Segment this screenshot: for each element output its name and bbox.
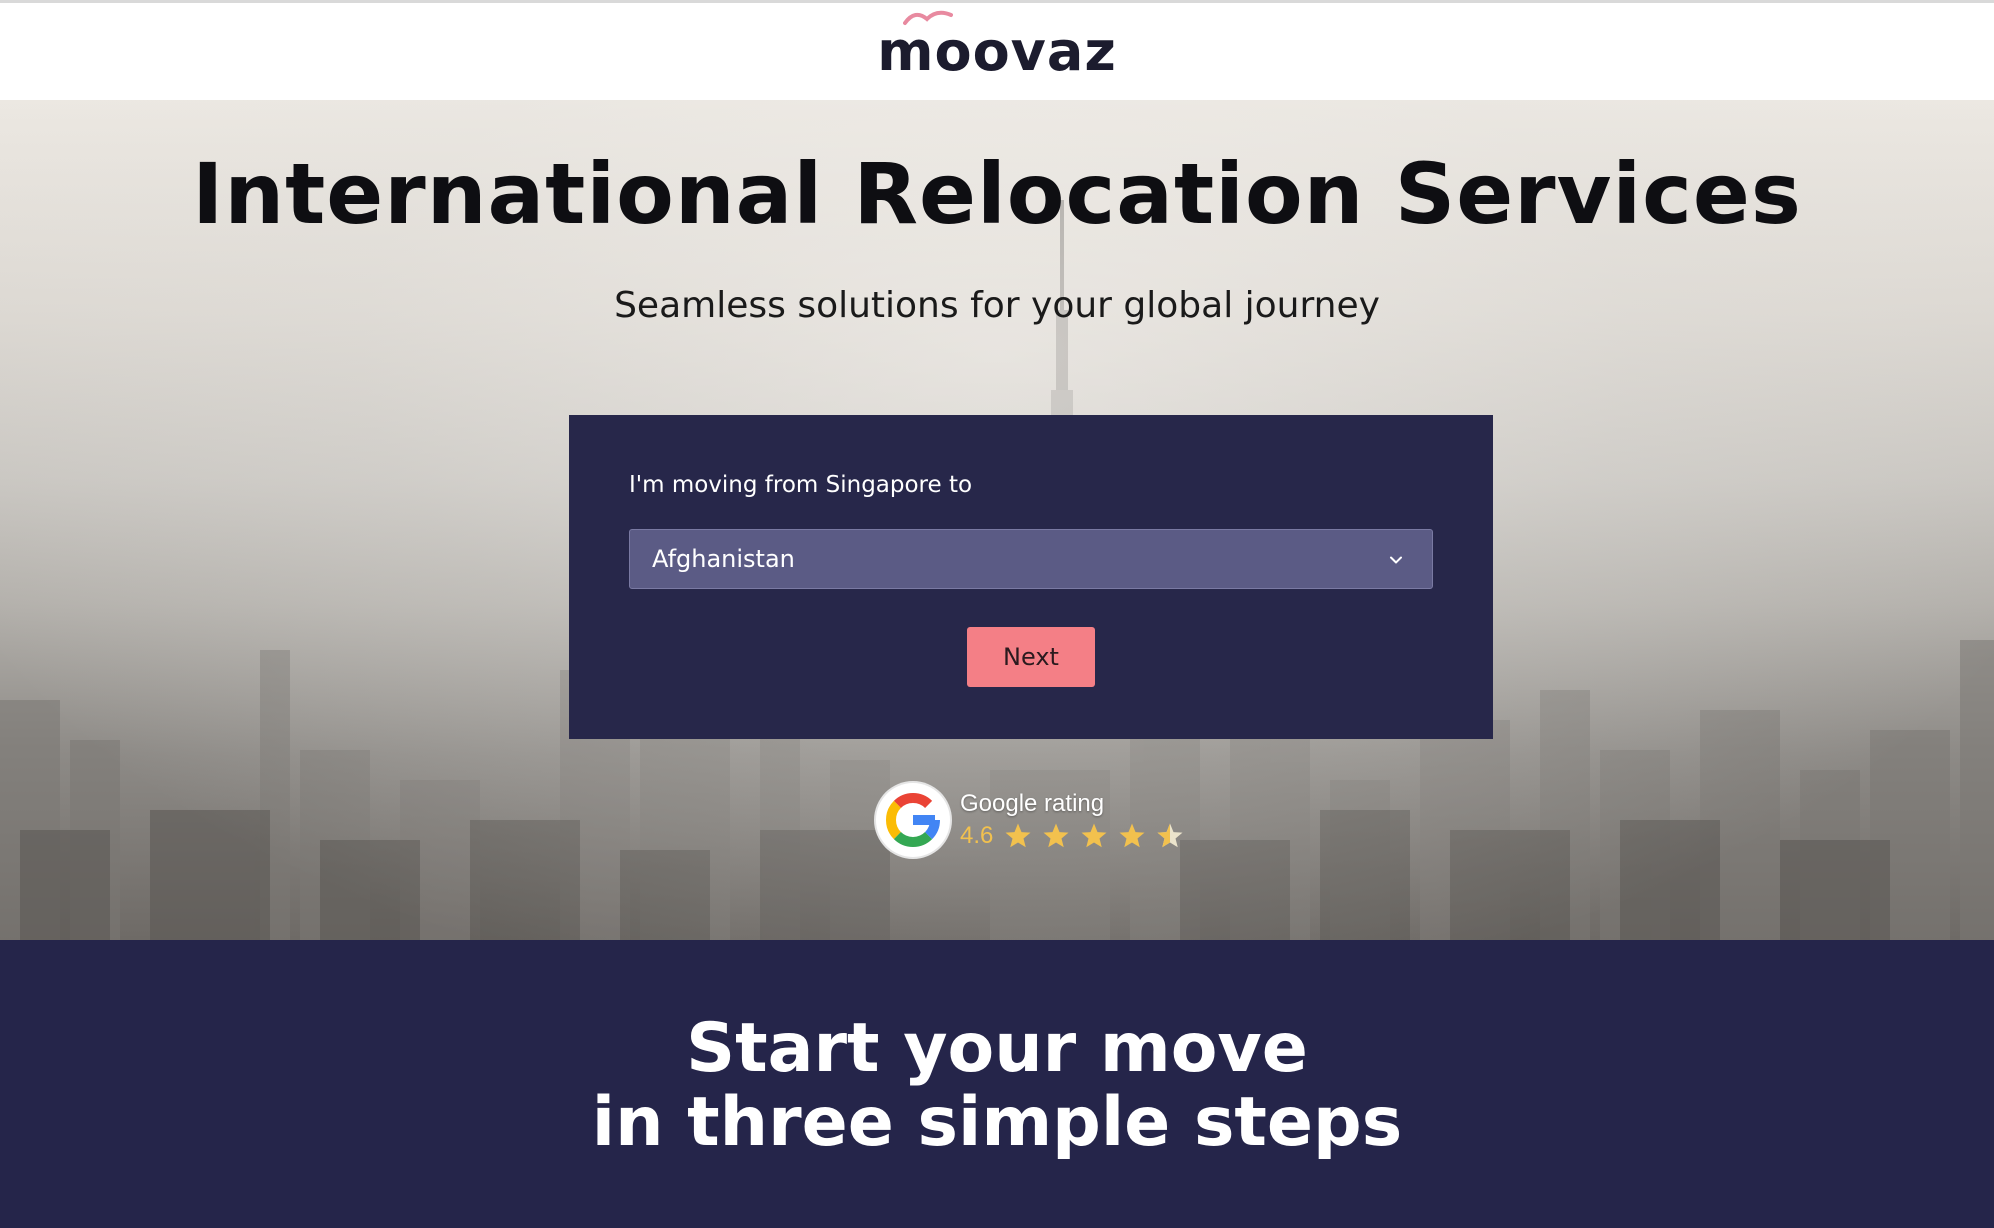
rating-label: Google rating xyxy=(960,789,1105,817)
steps-heading-line1: Start your move xyxy=(686,1009,1308,1088)
page-title: International Relocation Services xyxy=(192,145,1802,243)
star-icon xyxy=(1005,823,1031,847)
steps-section: Start your move in three simple steps xyxy=(0,940,1994,1228)
hero-section: International Relocation Services Seamle… xyxy=(0,100,1994,940)
star-half-icon xyxy=(1157,823,1183,847)
destination-select-value: Afghanistan xyxy=(652,545,795,573)
next-button[interactable]: Next xyxy=(967,627,1095,687)
rating-row: 4.6 xyxy=(960,821,1193,851)
site-header: moovaz xyxy=(0,3,1994,100)
move-form-card: I'm moving from Singapore to Afghanistan… xyxy=(569,415,1493,739)
star-icon xyxy=(1081,823,1107,847)
bird-logo-icon xyxy=(903,10,954,25)
google-g-icon xyxy=(876,783,950,857)
page-subtitle: Seamless solutions for your global journ… xyxy=(614,285,1380,326)
logo-wordmark: moovaz xyxy=(877,19,1117,83)
moovaz-logo[interactable]: moovaz xyxy=(877,10,1117,83)
destination-select[interactable]: Afghanistan xyxy=(629,529,1433,589)
star-icon xyxy=(1119,823,1145,847)
google-rating-badge[interactable]: Google rating 4.6 xyxy=(876,783,1193,857)
move-form-label: I'm moving from Singapore to xyxy=(629,472,973,498)
chevron-down-icon xyxy=(1390,556,1402,564)
steps-heading: Start your move in three simple steps xyxy=(0,1012,1994,1160)
rating-value: 4.6 xyxy=(960,821,994,849)
star-icon xyxy=(1043,823,1069,847)
rating-text: Google rating 4.6 xyxy=(960,790,1193,851)
steps-heading-line2: in three simple steps xyxy=(591,1083,1403,1162)
